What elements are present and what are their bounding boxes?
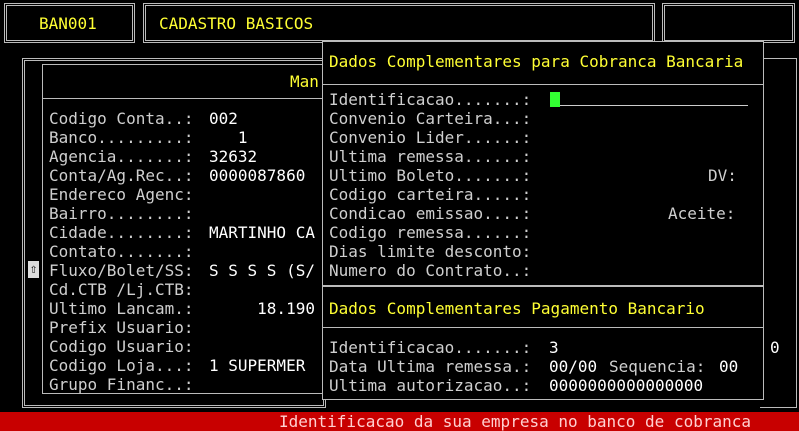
pagamento-field-label: Identificacao.......: (329, 338, 532, 357)
pagamento-field-label: Data Ultima remessa.: (329, 357, 532, 376)
cobranca-field-label: Identificacao.......: (329, 90, 532, 109)
main-field-value[interactable]: 1 (209, 128, 248, 147)
main-field-value[interactable]: 1 SUPERMER (209, 356, 305, 375)
program-code: BAN001 (39, 14, 97, 33)
main-field-label: Codigo Usuario: (49, 337, 194, 356)
pagamento-field-value[interactable]: 3 (549, 338, 559, 357)
main-field-label: Cd.CTB /Lj.CTB: (49, 280, 194, 299)
cobranca-title-separator (323, 84, 763, 85)
cobranca-field-label: Ultimo Boleto.......: (329, 166, 532, 185)
main-field-label: Bairro........: (49, 204, 194, 223)
header-right-box (662, 3, 795, 43)
cobranca-popup-title: Dados Complementares para Cobranca Banca… (329, 52, 744, 71)
main-field-value[interactable]: 32632 (209, 147, 257, 166)
main-field-value[interactable]: S S S S (S/ (209, 261, 315, 280)
cobranca-field-label: Convenio Carteira...: (329, 109, 532, 128)
main-field-label: Banco.........: (49, 128, 194, 147)
text-cursor (550, 92, 560, 107)
status-message: Identificacao da sua empresa no banco de… (279, 412, 752, 431)
main-field-label: Endereco Agenc: (49, 185, 194, 204)
main-field-value[interactable]: 0000087860 (209, 166, 305, 185)
main-field-value[interactable]: MARTINHO CA (209, 223, 315, 242)
main-field-label: Ultimo Lancam.: (49, 299, 194, 318)
pagamento-field-value[interactable]: 00/00 (549, 357, 597, 376)
screen-title: CADASTRO BASICOS (159, 14, 314, 33)
cobranca-field-label: Codigo remessa......: (329, 223, 532, 242)
main-field-value[interactable]: 002 (209, 109, 238, 128)
sequencia-label: Sequencia: (609, 357, 706, 376)
right-edge-value: 0 (770, 338, 780, 357)
main-field-label: Fluxo/Bolet/SS: (49, 261, 194, 280)
cobranca-field-label: Ultima remessa......: (329, 147, 532, 166)
pagamento-field-value[interactable]: 0000000000000000 (549, 376, 703, 395)
cobranca-field-label: Condicao emissao....: (329, 204, 532, 223)
sequencia-value: 00 (719, 357, 739, 376)
pagamento-title-separator (323, 327, 763, 328)
main-field-value[interactable]: 18.190 (209, 299, 315, 318)
main-field-label: Grupo Financ..: (49, 375, 194, 394)
cobranca-field-label: Convenio Lider......: (329, 128, 532, 147)
main-field-label: Contato.......: (49, 242, 194, 261)
main-panel-title-separator (42, 98, 326, 99)
main-field-label: Conta/Ag.Rec..: (49, 166, 194, 185)
main-field-label: Codigo Loja...: (49, 356, 194, 375)
dv-label: DV: (708, 166, 737, 185)
main-field-label: Prefix Usuario: (49, 318, 194, 337)
main-panel-title: Man (290, 72, 319, 91)
pagamento-popup-title: Dados Complementares Pagamento Bancario (329, 299, 705, 318)
aceite-label: Aceite: (668, 204, 736, 223)
cobranca-field-label: Dias limite desconto: (329, 242, 532, 261)
main-field-label: Agencia.......: (49, 147, 194, 166)
main-field-label: Codigo Conta..: (49, 109, 194, 128)
main-field-label: Cidade........: (49, 223, 194, 242)
input-underline (560, 91, 748, 106)
scroll-up-icon[interactable]: ⇧ (28, 261, 39, 278)
cobranca-field-label: Codigo carteira.....: (329, 185, 532, 204)
pagamento-field-label: Ultima autorizacao..: (329, 376, 532, 395)
identificacao-input[interactable] (550, 90, 748, 109)
cobranca-field-label: Numero do Contrato..: (329, 261, 532, 280)
